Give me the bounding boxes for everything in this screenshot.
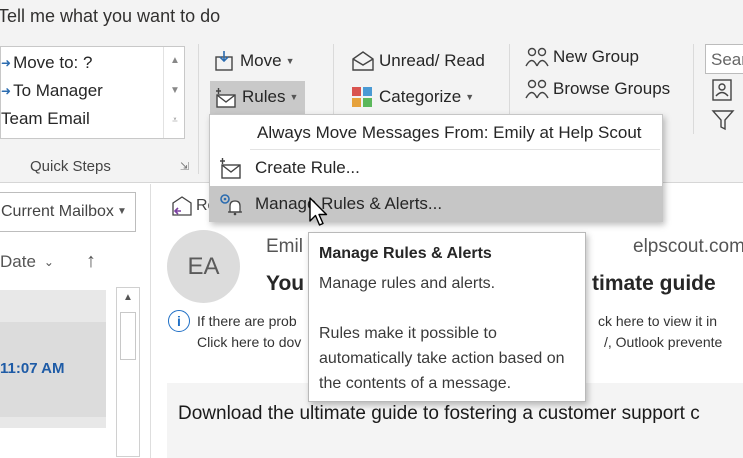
new-group-button[interactable]: New Group	[525, 46, 639, 68]
avatar: EA	[167, 230, 240, 303]
dialog-launcher-icon[interactable]: ⇲	[180, 160, 189, 173]
search-scope-dropdown[interactable]: Current Mailbox ▼	[0, 192, 136, 232]
rules-dropdown-menu: Always Move Messages From: Emily at Help…	[209, 114, 663, 222]
quick-steps-group-label: Quick Steps	[30, 158, 111, 175]
manage-rules-alerts-icon	[220, 194, 242, 216]
message-list-scrollbar[interactable]: ▲	[116, 287, 140, 457]
quick-step-to-manager[interactable]: ➜ To Manager	[1, 81, 103, 101]
scroll-thumb[interactable]	[120, 312, 136, 360]
sender-name: Emil	[266, 236, 303, 257]
tooltip-description: Rules make it possible to automatically …	[319, 325, 565, 392]
chevron-down-icon: ▼	[285, 56, 295, 66]
subject-left: You	[266, 272, 305, 295]
search-people-input[interactable]: Sear	[705, 44, 743, 74]
chevron-down-icon: ▼	[289, 92, 299, 102]
pane-divider[interactable]	[150, 184, 151, 458]
filter-email-icon[interactable]	[711, 108, 735, 137]
categorize-icon	[352, 87, 372, 107]
reply-icon	[172, 196, 192, 216]
quick-steps-gallery: ➜ Move to: ? ➜ To Manager Team Email ▲ ▼…	[0, 46, 185, 139]
scroll-up-icon[interactable]: ▲	[117, 292, 139, 303]
sort-by-date[interactable]: Date ⌄ ↑	[0, 250, 96, 273]
browse-groups-button[interactable]: Browse Groups	[525, 78, 670, 100]
scroll-down-icon[interactable]: ▼	[164, 85, 186, 96]
sender-email: elpscout.com>	[633, 236, 743, 257]
info-bar-line2-right[interactable]: /, Outlook prevente	[604, 334, 722, 350]
envelope-open-icon	[352, 51, 374, 71]
info-bar-line1-right[interactable]: ck here to view it in	[598, 313, 717, 329]
move-icon	[215, 51, 233, 71]
chevron-down-icon: ▼	[465, 92, 475, 102]
menu-item-create-rule[interactable]: Create Rule...	[210, 150, 662, 186]
tooltip-manage-rules: Manage Rules & Alerts Manage rules and a…	[308, 232, 586, 402]
tooltip-title: Manage Rules & Alerts	[319, 245, 492, 262]
sort-direction-up-icon[interactable]: ↑	[86, 250, 96, 273]
create-rule-icon	[220, 158, 241, 179]
mouse-cursor-icon	[309, 197, 328, 226]
info-icon: i	[168, 310, 190, 332]
group-icon	[525, 79, 549, 99]
menu-item-always-move[interactable]: Always Move Messages From: Emily at Help…	[210, 115, 662, 151]
quick-step-move-to[interactable]: ➜ Move to: ?	[1, 53, 92, 73]
move-button[interactable]: Move ▼	[214, 50, 295, 72]
gallery-more-icon[interactable]: ⩡	[164, 115, 186, 126]
scroll-up-icon[interactable]: ▲	[164, 55, 186, 66]
group-separator	[198, 44, 199, 174]
address-book-icon[interactable]	[711, 78, 735, 107]
forward-arrow-icon: ➜	[1, 84, 12, 98]
info-bar-line2-left[interactable]: Click here to dov	[197, 334, 301, 350]
quick-steps-scroll[interactable]: ▲ ▼ ⩡	[163, 47, 185, 138]
unread-read-button[interactable]: Unread/ Read	[351, 50, 485, 72]
quick-step-team-email[interactable]: Team Email	[1, 109, 90, 129]
group-icon	[525, 47, 549, 67]
rules-icon	[216, 88, 236, 108]
message-time: 11:07 AM	[0, 360, 65, 377]
subject-right: timate guide	[592, 272, 716, 295]
menu-item-manage-rules[interactable]: Manage Rules & Alerts...	[210, 186, 662, 222]
categorize-button[interactable]: Categorize ▼	[351, 86, 474, 108]
chevron-down-icon: ⌄	[43, 254, 54, 269]
chevron-down-icon: ▼	[117, 206, 127, 217]
rules-button-content[interactable]: Rules ▼	[214, 86, 298, 108]
info-bar-line1-left[interactable]: If there are prob	[197, 313, 297, 329]
tooltip-summary: Manage rules and alerts.	[319, 275, 496, 292]
tell-me-search[interactable]: Tell me what you want to do	[0, 6, 220, 27]
group-separator	[693, 44, 694, 134]
move-arrow-icon: ➜	[1, 56, 12, 70]
message-body-text: Download the ultimate guide to fostering…	[178, 403, 700, 424]
